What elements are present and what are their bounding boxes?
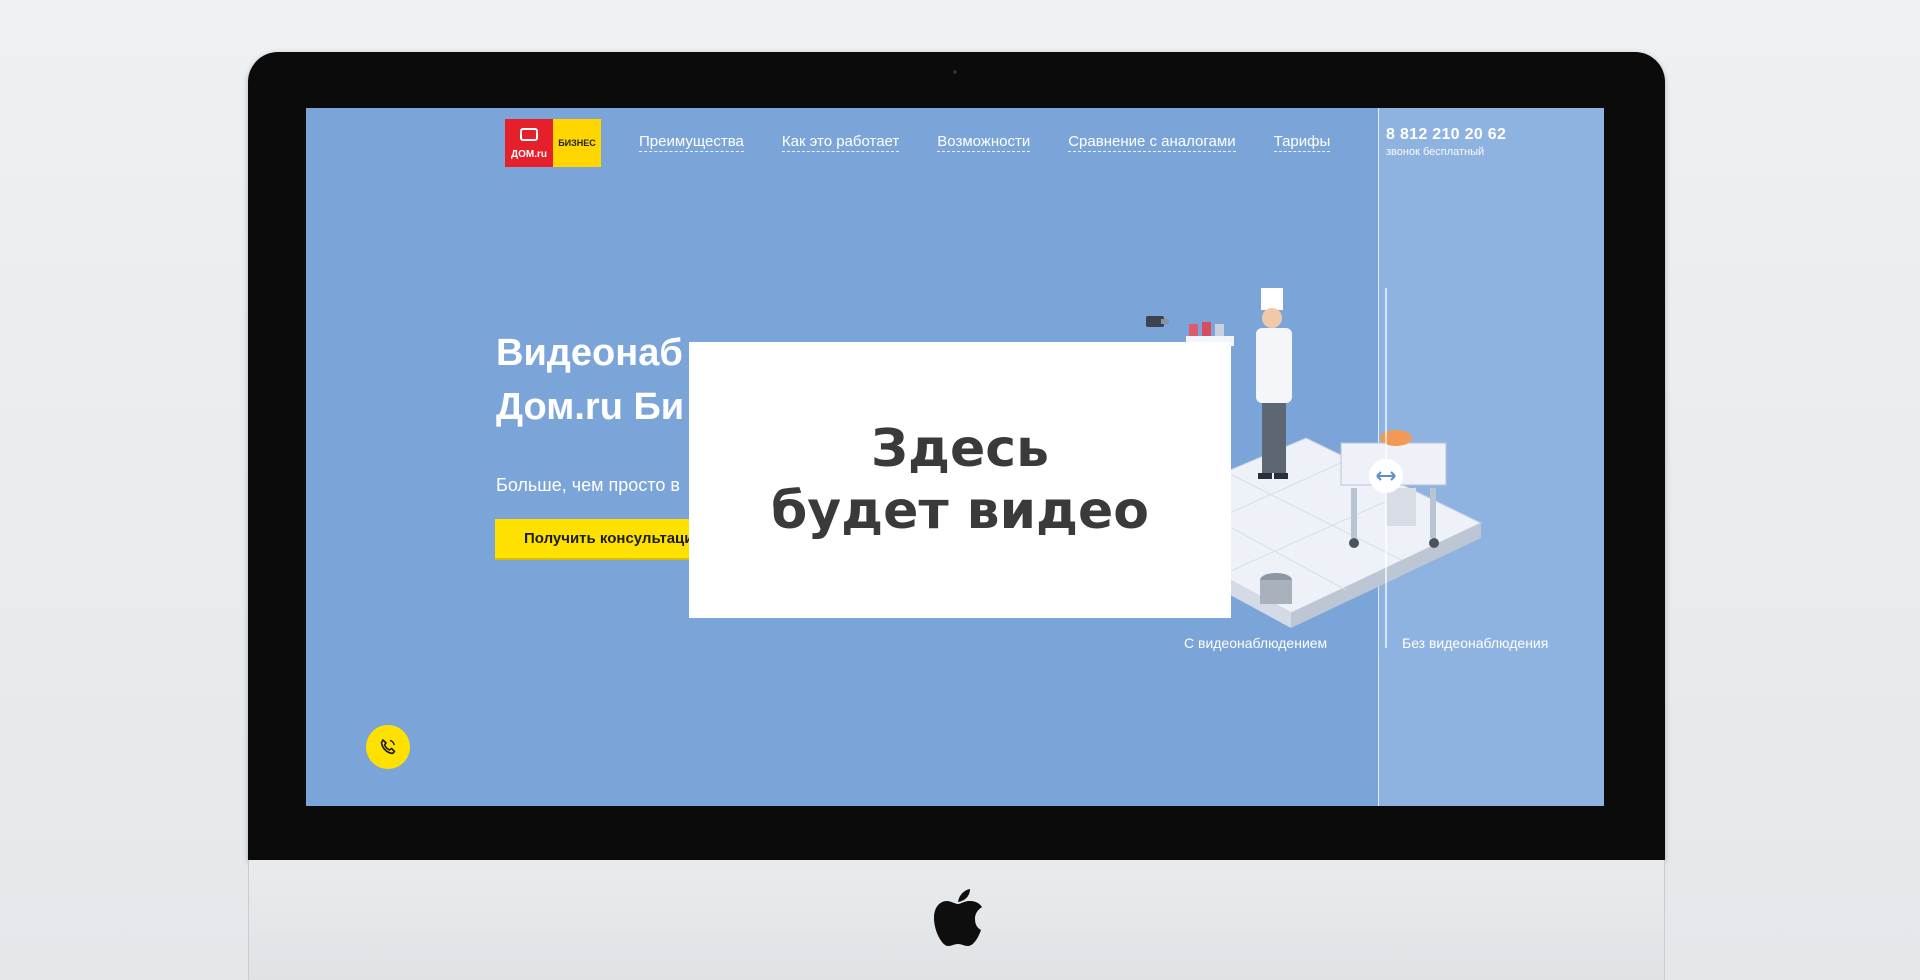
main-navigation: Преимущества Как это работает Возможност…: [639, 133, 1331, 152]
caption-without-surveillance: Без видеонаблюдения: [1402, 635, 1549, 651]
nav-item-how-it-works[interactable]: Как это работает: [781, 133, 900, 152]
nav-item-comparison[interactable]: Сравнение с аналогами: [1068, 133, 1236, 152]
call-button[interactable]: [366, 725, 410, 769]
video-placeholder-line-2: будет видео: [770, 481, 1150, 541]
contact-block: 8 812 210 20 62 звонок бесплатный: [1386, 126, 1506, 158]
logo-business-text: БИЗНЕС: [553, 119, 601, 167]
nav-item-advantages[interactable]: Преимущества: [639, 133, 744, 152]
tv-icon: [520, 128, 538, 141]
logo-brand-text: ДОМ.ru: [510, 149, 547, 160]
logo-red-block: ДОМ.ru: [505, 119, 553, 167]
phone-note: звонок бесплатный: [1386, 146, 1485, 158]
nav-item-tariffs[interactable]: Тарифы: [1273, 133, 1331, 152]
caption-with-surveillance: С видеонаблюдением: [1184, 635, 1328, 651]
dom-ru-business-logo[interactable]: ДОМ.ru БИЗНЕС: [505, 119, 601, 167]
nav-item-features[interactable]: Возможности: [937, 133, 1031, 152]
camera-dot: [953, 70, 957, 74]
phone-number[interactable]: 8 812 210 20 62: [1386, 126, 1506, 144]
phone-call-icon: [380, 739, 396, 755]
apple-logo-icon: [934, 889, 982, 946]
hero-subtitle: Больше, чем просто в: [496, 475, 680, 495]
video-placeholder: Здесь будет видео: [689, 342, 1231, 618]
video-placeholder-line-1: Здесь: [871, 419, 1049, 479]
